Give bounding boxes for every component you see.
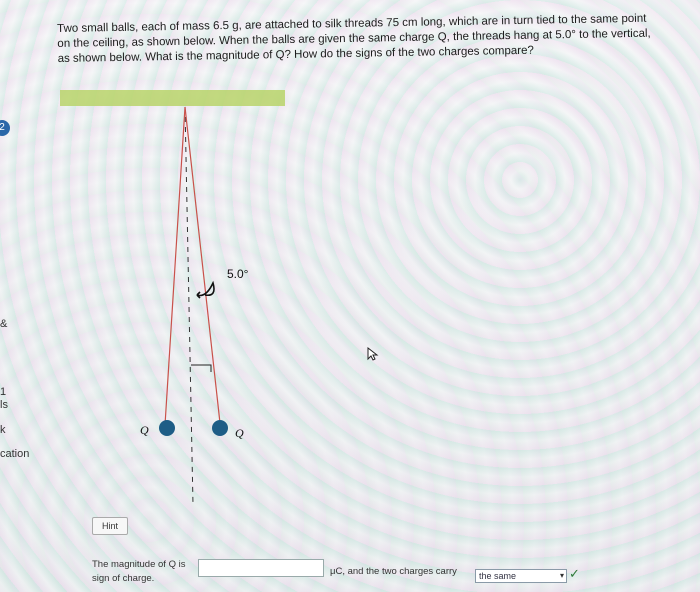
left-thread [164,106,186,426]
left-nav-strip: 2 & 1 ls k cation [0,0,40,592]
right-ball [212,420,228,436]
left-charge-label: Q [140,423,149,437]
question-number-badge[interactable]: 2 [0,120,10,136]
charge-magnitude-input[interactable] [198,559,324,577]
answer-label-line1: The magnitude of Q is [92,559,186,570]
charge-sign-select-value: the same [479,571,517,581]
right-angle-marker [191,364,212,372]
ceiling-bar [60,90,285,106]
hint-button[interactable]: Hint [92,517,128,535]
sidebar-item-2[interactable]: ls [0,399,8,411]
sidebar-item-4[interactable]: cation [0,448,29,460]
sidebar-item-3[interactable]: k [0,424,6,436]
checkmark-icon: ✓ [569,566,580,581]
right-charge-label: Q [235,426,244,440]
sidebar-item-0[interactable]: & [0,318,7,330]
left-ball [159,420,175,436]
question-text: Two small balls, each of mass 6.5 g, are… [57,12,651,65]
right-thread [184,106,221,424]
chevron-down-icon: ▾ [559,571,564,580]
sidebar-item-1[interactable]: 1 [0,386,6,398]
pendulum-diagram: 5.0° Q Q [60,90,285,506]
unit-and-sign-text: μC, and the two charges carry [330,566,457,577]
angle-label: 5.0° [227,267,249,281]
mouse-cursor-icon [367,347,379,361]
answer-label: The magnitude of Q is sign of charge. [92,558,202,586]
charge-sign-select[interactable]: the same ▾ [475,569,567,583]
answer-label-line2: sign of charge. [92,573,155,584]
